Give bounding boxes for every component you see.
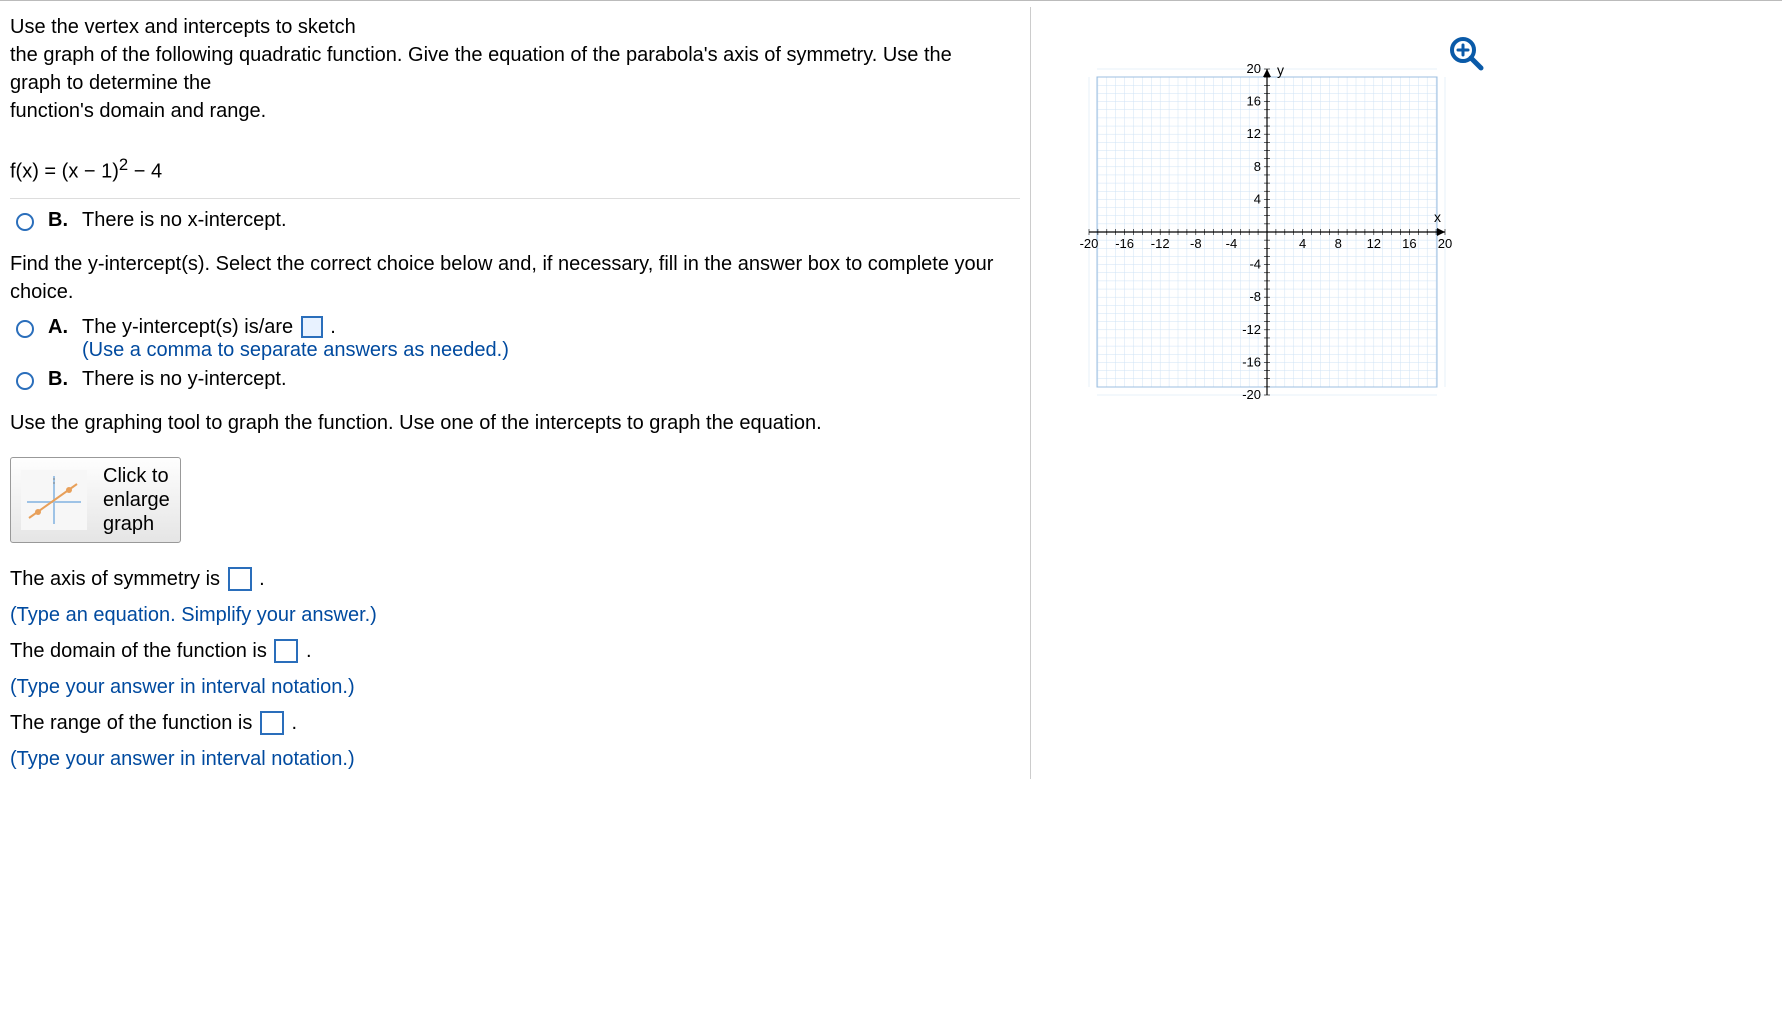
question-line-4: function's domain and range. (10, 100, 266, 122)
svg-text:-12: -12 (1242, 322, 1261, 337)
svg-text:-8: -8 (1249, 289, 1261, 304)
svg-text:12: 12 (1367, 236, 1381, 251)
question-panel: Use the vertex and intercepts to sketch … (10, 7, 1030, 779)
svg-text:8: 8 (1254, 159, 1261, 174)
y-intercept-input[interactable] (301, 316, 323, 338)
range-line: The range of the function is . (10, 707, 1020, 739)
question-line-1: Use the vertex and intercepts to sketch (10, 16, 356, 38)
svg-text:12: 12 (1247, 126, 1261, 141)
radio-icon[interactable] (16, 320, 34, 338)
y-intercept-prompt: Find the y-intercept(s). Select the corr… (10, 250, 1020, 306)
svg-text:8: 8 (1335, 236, 1342, 251)
domain-hint: (Type your answer in interval notation.) (10, 671, 1020, 703)
svg-text:-20: -20 (1242, 387, 1261, 402)
svg-text:x: x (1434, 209, 1441, 225)
enlarge-graph-button[interactable]: Click to enlarge graph (10, 457, 181, 543)
x-intercept-option-b[interactable]: B. There is no x-intercept. (10, 209, 1020, 232)
question-line-2: the graph of the following quadratic fun… (10, 44, 952, 66)
svg-text:-16: -16 (1242, 354, 1261, 369)
graph-prompt: Use the graphing tool to graph the funct… (10, 409, 1020, 437)
axis-symmetry-input[interactable] (228, 567, 252, 591)
domain-input[interactable] (274, 639, 298, 663)
y-intercept-option-a[interactable]: A. The y-intercept(s) is/are . (Use a co… (10, 316, 1020, 362)
svg-text:4: 4 (1254, 191, 1261, 206)
svg-text:20: 20 (1247, 61, 1261, 76)
choice-text: There is no x-intercept. (82, 209, 1020, 232)
graph-panel: -20 -16 -12 -8 -4 4 8 12 16 20 -20 -16 -12 -8 -4 4 8 12 16… (1030, 7, 1510, 779)
coordinate-plane[interactable]: -20 -16 -12 -8 -4 4 8 12 16 20 -20 -16 -12 -8 -4 4 8 12 16… (1067, 47, 1467, 417)
svg-text:16: 16 (1402, 236, 1416, 251)
range-input[interactable] (260, 711, 284, 735)
axis-symmetry-line: The axis of symmetry is . (10, 563, 1020, 595)
svg-text:20: 20 (1438, 236, 1452, 251)
question-text: Use the vertex and intercepts to sketch … (10, 13, 1020, 125)
svg-text:-8: -8 (1190, 236, 1202, 251)
axis-symmetry-hint: (Type an equation. Simplify your answer.… (10, 599, 1020, 631)
choice-text-after: . (330, 316, 336, 338)
svg-text:-4: -4 (1249, 257, 1261, 272)
range-hint: (Type your answer in interval notation.) (10, 743, 1020, 775)
svg-text:y: y (1277, 62, 1284, 78)
choice-text: There is no y-intercept. (82, 368, 1020, 391)
choice-hint: (Use a comma to separate answers as need… (82, 339, 509, 361)
domain-line: The domain of the function is . (10, 635, 1020, 667)
choice-label: B. (48, 368, 72, 391)
function-expression: f(x) = (x − 1)2 − 4 (10, 155, 1020, 184)
zoom-in-icon[interactable] (1448, 35, 1484, 71)
radio-icon[interactable] (16, 213, 34, 231)
graph-thumbnail-icon (21, 470, 87, 530)
svg-text:-20: -20 (1080, 236, 1099, 251)
svg-text:4: 4 (1299, 236, 1306, 251)
y-intercept-option-b[interactable]: B. There is no y-intercept. (10, 368, 1020, 391)
svg-text:-4: -4 (1226, 236, 1238, 251)
svg-text:-12: -12 (1151, 236, 1170, 251)
choice-label: A. (48, 316, 72, 339)
graph-button-label: Click to enlarge graph (103, 464, 170, 536)
svg-text:16: 16 (1247, 94, 1261, 109)
svg-text:-16: -16 (1115, 236, 1134, 251)
question-line-3: graph to determine the (10, 72, 211, 94)
radio-icon[interactable] (16, 372, 34, 390)
choice-text-before: The y-intercept(s) is/are (82, 316, 299, 338)
choice-label: B. (48, 209, 72, 232)
